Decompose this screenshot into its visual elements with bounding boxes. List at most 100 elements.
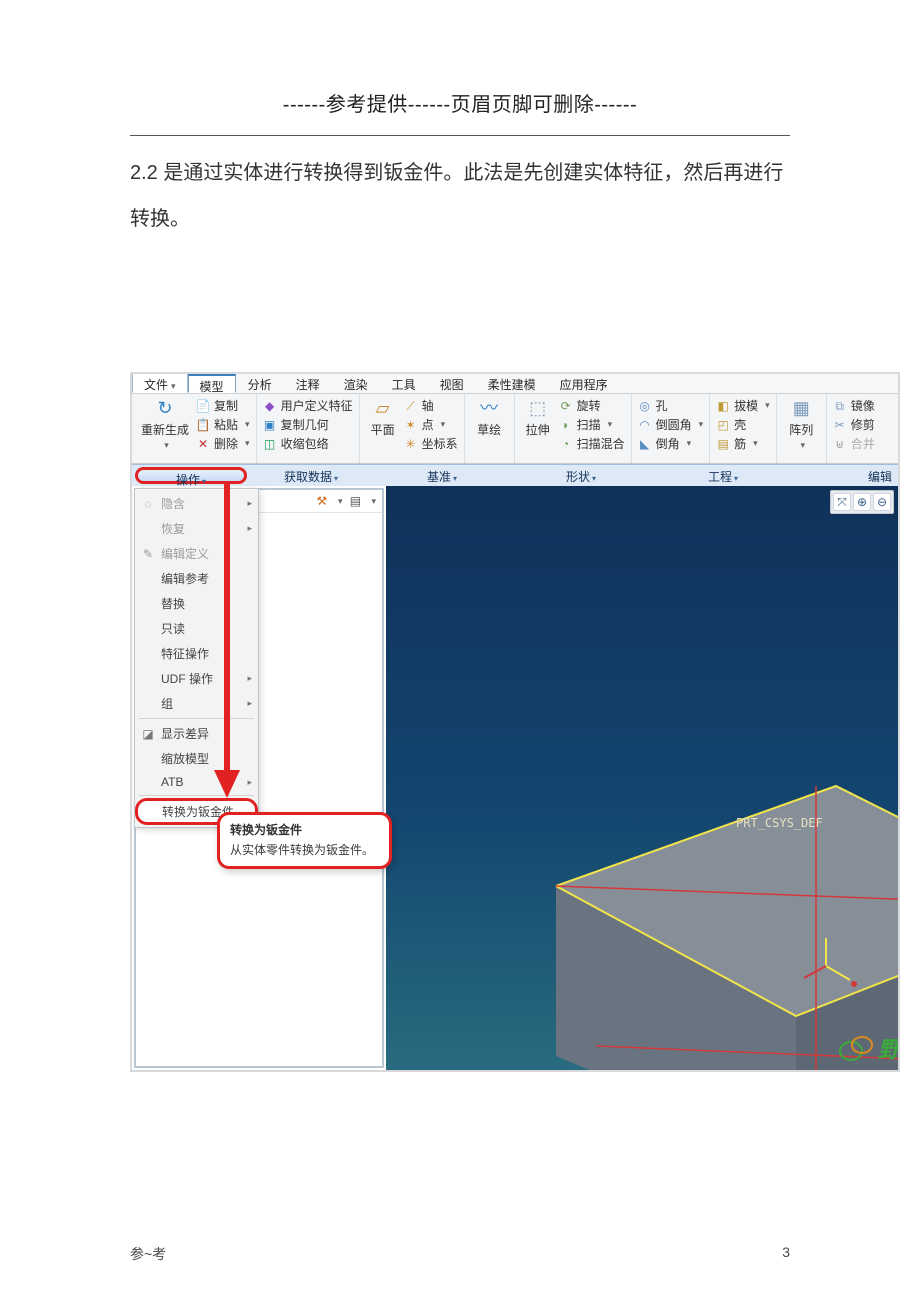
point-button[interactable]: ✶点▾ [404,416,458,433]
swept-blend-label: 扫描混合 [577,435,625,452]
menu-diff[interactable]: ◪显示差异 [135,721,258,746]
regenerate-icon: ↻ [151,397,179,419]
sweep-button[interactable]: ◗扫描▾ [559,416,625,433]
3d-viewport[interactable]: ⤧ ⊕ ⊖ [386,486,898,1070]
subgroup-getdata[interactable]: 获取数据▾ [250,465,372,486]
menu-readonly[interactable]: 只读 [135,616,258,641]
tab-view[interactable]: 视图 [428,374,476,393]
menu-editref[interactable]: 编辑参考 [135,566,258,591]
menu-scale[interactable]: 缩放模型 [135,746,258,771]
subgroup-shapes[interactable]: 形状▾ [512,465,650,486]
regenerate-label: 重新生成 [141,421,189,438]
menu-featops-label: 特征操作 [161,645,209,662]
draft-button[interactable]: ◧拔模▾ [716,397,770,414]
blank-icon [141,752,155,766]
hole-button[interactable]: ◎孔 [638,397,704,414]
blank-icon [141,597,155,611]
plane-icon: ▱ [369,397,397,419]
menu-udfops[interactable]: UDF 操作▸ [135,666,258,691]
blank-icon [142,805,156,819]
tree-settings-icon[interactable]: ⚒ [315,494,329,508]
shell-button[interactable]: ◰壳 [716,416,770,433]
sketch-label: 草绘 [477,421,501,438]
zoom-fit-icon[interactable]: ⤧ [833,493,851,511]
delete-button[interactable]: ✕删除▾ [196,435,250,452]
subgroup-edit[interactable]: 编辑 [796,465,898,486]
rib-button[interactable]: ▤筋▾ [716,435,770,452]
menu-editdef-label: 编辑定义 [161,545,209,562]
subgroup-engineering[interactable]: 工程▾ [650,465,796,486]
copygeom-button[interactable]: ▣复制几何 [263,416,353,433]
blank-icon [141,775,155,789]
watermark-icon [838,1033,874,1063]
subgroup-engineering-label: 工程 [708,470,732,484]
revolve-button[interactable]: ⟳旋转 [559,397,625,414]
caret-down-icon: ▾ [441,419,446,430]
menu-scale-label: 缩放模型 [161,750,209,767]
caret-down-icon: ▾ [202,477,206,486]
tab-tools[interactable]: 工具 [380,374,428,393]
tab-file[interactable]: 文件▾ [132,374,188,393]
tab-analysis[interactable]: 分析 [236,374,284,393]
mirror-button[interactable]: ⧉镜像 [833,397,875,414]
menu-resume[interactable]: 恢复▸ [135,516,258,541]
round-button[interactable]: ◠倒圆角▾ [638,416,704,433]
tooltip-title: 转换为钣金件 [230,821,379,838]
pattern-button[interactable]: ▦ 阵列▾ [783,397,820,451]
editdef-icon: ✎ [141,547,155,561]
chamfer-button[interactable]: ◣倒角▾ [638,435,704,452]
zoom-in-icon[interactable]: ⊕ [853,493,871,511]
menu-group[interactable]: 组▸ [135,691,258,716]
menu-hide[interactable]: ◌隐含▸ [135,491,258,516]
tab-apps[interactable]: 应用程序 [548,374,620,393]
copy-button[interactable]: 📄复制 [196,397,250,414]
chamfer-icon: ◣ [638,437,652,451]
merge-button[interactable]: ⊎合并 [833,435,875,452]
axis-label: 轴 [422,397,434,414]
csys-icon: ✳ [404,437,418,451]
shell-label: 壳 [734,416,746,433]
tab-model[interactable]: 模型 [188,374,236,393]
paste-button[interactable]: 📋粘贴▾ [196,416,250,433]
menu-editdef[interactable]: ✎ 编辑定义 [135,541,258,566]
mirror-label: 镜像 [851,397,875,414]
tab-render[interactable]: 渲染 [332,374,380,393]
swept-blend-button[interactable]: ◔扫描混合 [559,435,625,452]
menu-udfops-label: UDF 操作 [161,670,213,687]
trim-button[interactable]: ✂修剪 [833,416,875,433]
zoom-out-icon[interactable]: ⊖ [873,493,891,511]
subgroup-datum[interactable]: 基准▾ [372,465,512,486]
sketch-button[interactable]: 〰 草绘 [471,397,508,438]
menu-atb[interactable]: ATB▸ [135,771,258,793]
revolve-icon: ⟳ [559,399,573,413]
delete-icon: ✕ [196,437,210,451]
menu-separator [139,795,254,796]
plane-button[interactable]: ▱ 平面 [366,397,400,452]
udf-button[interactable]: ◆用户定义特征 [263,397,353,414]
submenu-arrow-icon: ▸ [247,698,252,709]
caret-down-icon: ▾ [687,438,692,449]
extrude-button[interactable]: ⬚ 拉伸 [521,397,555,452]
caret-down-icon: ▾ [245,419,250,430]
blank-icon [141,647,155,661]
caret-down-icon: ▾ [453,474,457,483]
shrinkwrap-label: 收缩包络 [281,435,329,452]
regenerate-button[interactable]: ↻ 重新生成▾ [138,397,192,452]
plane-label: 平面 [371,421,395,438]
tree-display-icon[interactable]: ▤ [348,494,362,508]
caret-down-icon: ▾ [765,400,770,411]
menu-editref-label: 编辑参考 [161,570,209,587]
subgroup-operations[interactable]: 操作▾ [135,467,247,484]
shrinkwrap-button[interactable]: ◫收缩包络 [263,435,353,452]
blank-icon [141,622,155,636]
subgroup-getdata-label: 获取数据 [284,470,332,484]
menu-atb-label: ATB [161,775,183,789]
tab-annotate[interactable]: 注释 [284,374,332,393]
axis-button[interactable]: ⟋轴 [404,397,458,414]
menu-featops[interactable]: 特征操作 [135,641,258,666]
menu-replace[interactable]: 替换 [135,591,258,616]
csys-button[interactable]: ✳坐标系 [404,435,458,452]
caret-down-icon: ▾ [338,496,343,507]
tab-flex[interactable]: 柔性建模 [476,374,548,393]
caret-down-icon: ▾ [334,474,338,483]
